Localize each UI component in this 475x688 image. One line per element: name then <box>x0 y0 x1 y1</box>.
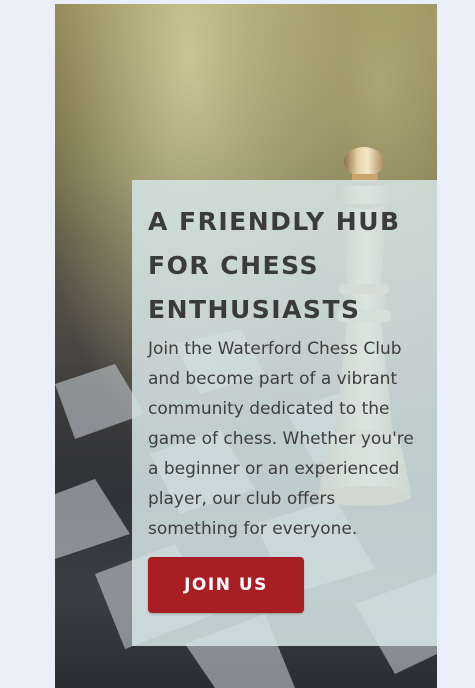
hero-text-panel: A FRIENDLY HUB FOR CHESS ENTHUSIASTS Joi… <box>132 180 437 646</box>
join-us-button[interactable]: JOIN US <box>148 557 304 613</box>
hero-description: Join the Waterford Chess Club and become… <box>148 339 414 539</box>
hero-section: A FRIENDLY HUB FOR CHESS ENTHUSIASTS Joi… <box>55 4 437 688</box>
page-background: A FRIENDLY HUB FOR CHESS ENTHUSIASTS Joi… <box>0 0 475 688</box>
hero-headline: A FRIENDLY HUB FOR CHESS ENTHUSIASTS <box>148 207 401 324</box>
